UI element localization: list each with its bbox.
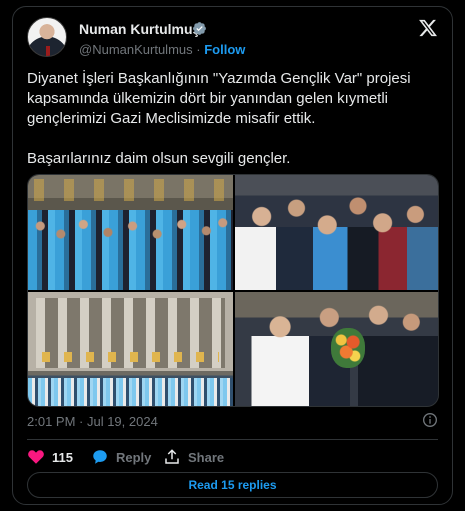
handle-line: @NumanKurtulmus · Follow bbox=[79, 42, 245, 57]
read-replies-button[interactable]: Read 15 replies bbox=[27, 472, 438, 498]
photo-parliament-building[interactable] bbox=[28, 292, 233, 406]
author-handle[interactable]: @NumanKurtulmus bbox=[79, 42, 193, 57]
verified-badge-icon bbox=[193, 22, 206, 35]
divider bbox=[27, 439, 438, 440]
like-button[interactable]: 115 bbox=[27, 447, 73, 467]
follow-button[interactable]: Follow bbox=[204, 42, 245, 57]
avatar-tie bbox=[46, 46, 50, 56]
photo-group-in-courtyard[interactable] bbox=[28, 175, 233, 290]
speech-bubble-icon bbox=[93, 450, 107, 464]
photo-bouquet bbox=[331, 328, 365, 368]
share-upload-icon bbox=[165, 449, 179, 464]
handle-separator: · bbox=[196, 42, 201, 57]
tweet-card: Numan Kurtulmuş @NumanKurtulmus · Follow… bbox=[12, 6, 453, 505]
author-avatar[interactable] bbox=[27, 17, 67, 57]
photo-crowd bbox=[28, 209, 233, 290]
like-count: 115 bbox=[52, 449, 73, 465]
info-icon[interactable] bbox=[422, 412, 438, 428]
photo-flower-presentation[interactable] bbox=[235, 292, 438, 406]
tweet-timestamp[interactable]: 2:01 PM · Jul 19, 2024 bbox=[27, 414, 158, 429]
photo-students-close-up[interactable] bbox=[235, 175, 438, 290]
tweet-text: Diyanet İşleri Başkanlığının "Yazımda Ge… bbox=[27, 70, 411, 167]
photo-crowd bbox=[28, 378, 233, 406]
share-label: Share bbox=[188, 449, 225, 465]
heart-icon bbox=[28, 450, 44, 464]
author-name[interactable]: Numan Kurtulmuş bbox=[79, 21, 200, 37]
x-logo-icon[interactable] bbox=[418, 18, 438, 38]
photo-grid bbox=[27, 174, 439, 407]
photo-crowd bbox=[235, 185, 438, 290]
photo-building-windows bbox=[34, 179, 227, 201]
tweet-header: Numan Kurtulmuş @NumanKurtulmus · Follow bbox=[27, 16, 438, 60]
reply-button[interactable]: Reply bbox=[91, 447, 151, 467]
share-button[interactable]: Share bbox=[163, 447, 224, 467]
photo-windows bbox=[42, 352, 219, 362]
reply-label: Reply bbox=[116, 449, 152, 465]
